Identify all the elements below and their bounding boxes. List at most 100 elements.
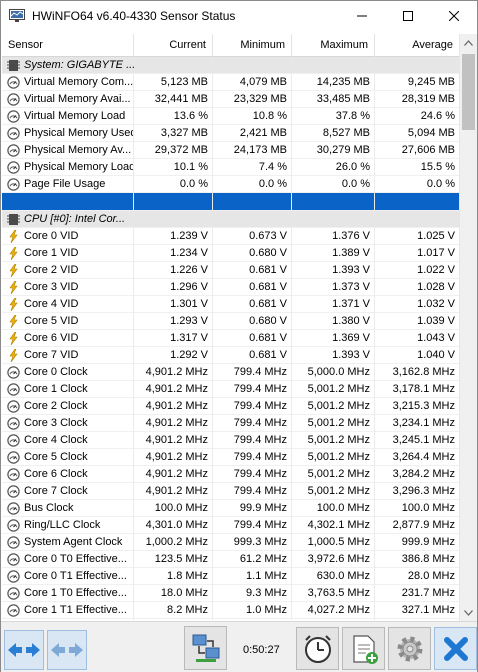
vertical-scrollbar[interactable] [459,34,477,621]
column-header-maximum[interactable]: Maximum [292,34,375,57]
sensor-row[interactable]: Core 2 VID 1.226 V 0.681 V 1.393 V 1.022 V [2,262,459,279]
value-current: 4,901.2 MHz [134,415,213,432]
value-maximum: 4,027.2 MHz [292,602,375,619]
value-average: 3,234.1 MHz [392,417,455,429]
sensor-row[interactable]: Core 0 Clock 4,901.2 MHz 799.4 MHz 5,000.0 … [2,364,459,381]
sensor-row[interactable]: Core 2 T0 Effective... [2,619,459,620]
sensor-row[interactable]: Core 5 Clock 4,901.2 MHz 799.4 MHz 5,001.2 … [2,449,459,466]
scroll-up-button[interactable] [460,34,477,51]
sensor-row[interactable]: System Agent Clock 1,000.2 MHz 999.3 MHz 1,… [2,534,459,551]
value-average: 28,319 MB [401,93,455,105]
scroll-down-button[interactable] [460,604,477,621]
value-maximum: 8,527 MB [292,125,375,142]
sensor-row[interactable]: Physical Memory Used 3,327 MB 2,421 MB 8,52… [2,125,459,142]
value-minimum: 799.4 MHz [213,398,292,415]
value-average: 1.028 V [417,281,455,293]
exit-button[interactable] [434,627,477,670]
column-header-average[interactable]: Average [375,34,459,57]
sensor-name: Virtual Memory Com... [2,74,134,91]
title-bar[interactable]: HWiNFO64 v6.40-4330 Sensor Status [1,1,477,31]
value-current: 4,901.2 MHz [134,466,213,483]
sensor-row[interactable]: Core 2 Clock 4,901.2 MHz 799.4 MHz 5,001.2 … [2,398,459,415]
sensor-row[interactable]: Virtual Memory Avai... 32,441 MB 23,329 MB… [2,91,459,108]
value-average: 3,178.1 MHz [392,383,455,395]
sensor-row[interactable]: Page File Usage 0.0 % 0.0 % 0.0 % 0.0 % [2,176,459,193]
sensor-row[interactable]: Virtual Memory Com... 5,123 MB 4,079 MB 14,… [2,74,459,91]
scrollbar-thumb[interactable] [462,54,475,130]
sensor-row[interactable]: Core 4 VID 1.301 V 0.681 V 1.371 V 1.032 V [2,296,459,313]
sensor-row[interactable]: Core 7 Clock 4,901.2 MHz 799.4 MHz 5,001.2 … [2,483,459,500]
sensor-row[interactable]: Core 1 T1 Effective... 8.2 MHz 1.0 MHz 4,02… [2,602,459,619]
double-arrow-right-icon [51,643,83,657]
sensor-name: Core 0 T1 Effective... [2,568,134,585]
value-current: 18.0 MHz [134,585,213,602]
sensor-list[interactable]: System: GIGABYTE ... Virtual Memory Com..… [2,57,459,620]
value-current: 32,441 MB [134,91,213,108]
app-icon [9,9,25,22]
value-minimum: 0.681 V [213,279,292,296]
sensor-row[interactable]: Ring/LLC Clock 4,301.0 MHz 799.4 MHz 4,302.… [2,517,459,534]
column-header-current[interactable]: Current [134,34,213,57]
value-maximum: 4,302.1 MHz [292,517,375,534]
sensor-row[interactable]: Core 4 Clock 4,901.2 MHz 799.4 MHz 5,001.2 … [2,432,459,449]
value-current: 3,327 MB [134,125,213,142]
value-minimum: 0.681 V [213,347,292,364]
sensor-row[interactable]: Core 6 VID 1.317 V 0.681 V 1.369 V 1.043 V [2,330,459,347]
sensor-name: Virtual Memory Load [2,108,134,125]
value-average: 1.039 V [417,315,455,327]
sensor-row[interactable]: Core 6 Clock 4,901.2 MHz 799.4 MHz 5,001.2 … [2,466,459,483]
value-current: 10.1 % [134,159,213,176]
value-minimum: 1.0 MHz [213,602,292,619]
sensor-row[interactable]: Core 0 T1 Effective... 1.8 MHz 1.1 MHz 630.… [2,568,459,585]
minimize-button[interactable] [339,1,385,31]
expand-collapse-button[interactable] [4,630,44,670]
value-current: 1,000.2 MHz [134,534,213,551]
sensor-row[interactable]: Core 1 Clock 4,901.2 MHz 799.4 MHz 5,001.2 … [2,381,459,398]
double-arrow-icon [8,643,40,657]
close-button[interactable] [431,1,477,31]
sensor-row[interactable]: Virtual Memory Load 13.6 % 10.8 % 37.8 % 24.… [2,108,459,125]
settings-button[interactable] [388,627,431,670]
sensor-row[interactable]: Core 5 VID 1.293 V 0.680 V 1.380 V 1.039 V [2,313,459,330]
sensor-row[interactable]: Core 1 VID 1.234 V 0.680 V 1.389 V 1.017 V [2,245,459,262]
value-maximum: 5,001.2 MHz [292,432,375,449]
value-average: 3,215.3 MHz [392,400,455,412]
value-average: 3,245.1 MHz [392,434,455,446]
sensor-name: Core 4 VID [2,296,134,313]
sensor-row[interactable]: Core 0 T0 Effective... 123.5 MHz 61.2 MHz 3… [2,551,459,568]
value-current: 123.5 MHz [134,551,213,568]
value-minimum: 0.681 V [213,262,292,279]
value-average: 5,094 MB [407,127,455,139]
sensor-group-header[interactable]: System: GIGABYTE ... [2,57,459,74]
value-average: 3,162.8 MHz [392,366,455,378]
value-maximum: 1.393 V [292,347,375,364]
column-header-minimum[interactable]: Minimum [213,34,292,57]
value-current: 1.292 V [134,347,213,364]
sensor-row[interactable] [2,193,459,211]
sensor-name: Core 6 VID [2,330,134,347]
logging-button[interactable] [342,627,385,670]
value-maximum: 37.8 % [292,108,375,125]
sensor-name: Core 0 T0 Effective... [2,551,134,568]
sensor-row[interactable]: Core 7 VID 1.292 V 0.681 V 1.393 V 1.040 V [2,347,459,364]
value-current: 4,301.0 MHz [134,517,213,534]
elapsed-time: 0:50:27 [243,644,280,656]
sensor-row[interactable]: Core 3 VID 1.296 V 0.681 V 1.373 V 1.028 V [2,279,459,296]
sensor-row[interactable]: Physical Memory Load 10.1 % 7.4 % 26.0 % 15.… [2,159,459,176]
sensor-row[interactable]: Core 1 T0 Effective... 18.0 MHz 9.3 MHz 3,7… [2,585,459,602]
sensor-group-header[interactable]: CPU [#0]: Intel Cor... [2,211,459,228]
value-maximum: 3,763.5 MHz [292,585,375,602]
column-header-sensor[interactable]: Sensor [2,34,134,57]
reset-timer-button[interactable] [296,627,339,670]
sensor-name: Core 4 Clock [2,432,134,449]
network-button[interactable] [184,626,227,670]
sensor-row[interactable]: Bus Clock 100.0 MHz 99.9 MHz 100.0 MHz 100.0… [2,500,459,517]
sensor-row[interactable]: Core 0 VID 1.239 V 0.673 V 1.376 V 1.025 V [2,228,459,245]
layout-toggle-button[interactable] [47,630,87,670]
value-maximum: 1.371 V [292,296,375,313]
maximize-button[interactable] [385,1,431,31]
value-maximum: 3,972.6 MHz [292,551,375,568]
sensor-row[interactable]: Physical Memory Av... 29,372 MB 24,173 MB 3… [2,142,459,159]
sensor-row[interactable]: Core 3 Clock 4,901.2 MHz 799.4 MHz 5,001.2 … [2,415,459,432]
sensor-name: Ring/LLC Clock [2,517,134,534]
